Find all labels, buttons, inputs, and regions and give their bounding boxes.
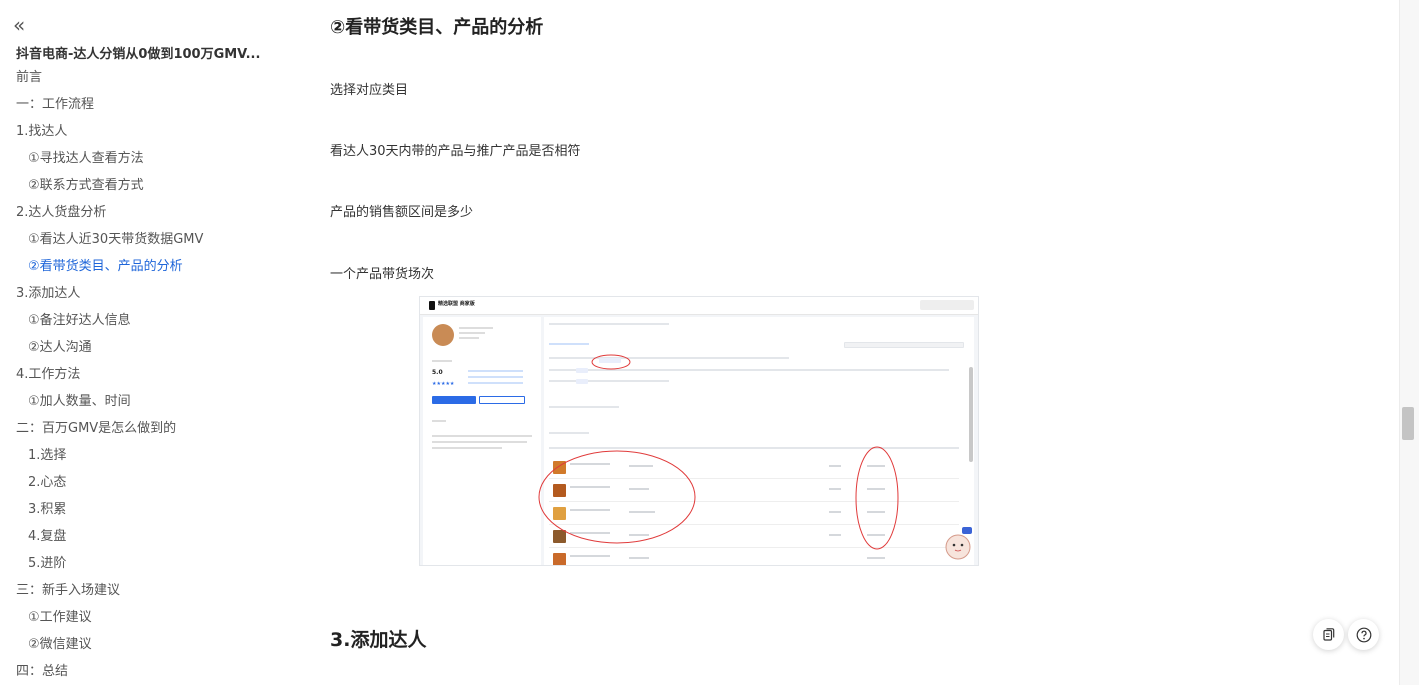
toc-item[interactable]: 4.复盘 [0, 523, 300, 550]
toc-item[interactable]: 2.达人货盘分析 [0, 199, 300, 226]
toc-item[interactable]: ②联系方式查看方式 [0, 172, 300, 199]
toc-item[interactable]: ①加人数量、时间 [0, 388, 300, 415]
toc-item[interactable]: 二：百万GMV是怎么做到的 [0, 415, 300, 442]
toc-list: 前言 一：工作流程 1.找达人 ①寻找达人查看方法 ②联系方式查看方式 2.达人货盘分析 ①… [0, 64, 300, 685]
toc-item[interactable]: ②微信建议 [0, 631, 300, 658]
toc-sidebar: « 抖音电商-达人分销从0做到100万GMV... 前言 一：工作流程 1.找达人 ①… [0, 0, 300, 685]
toc-item[interactable]: 四：总结 [0, 658, 300, 685]
toc-item[interactable]: 3.积累 [0, 496, 300, 523]
toc-item[interactable]: 前言 [0, 64, 300, 91]
embedded-screenshot-image[interactable]: 精选联盟 商家版 5.0 ★★★★★ [419, 296, 979, 566]
toc-item[interactable]: 5.进阶 [0, 550, 300, 577]
paragraph: 产品的销售额区间是多少 [330, 205, 474, 220]
toc-item[interactable]: 1.找达人 [0, 118, 300, 145]
page-scrollbar-thumb[interactable] [1402, 407, 1414, 440]
help-button[interactable] [1348, 619, 1379, 650]
toc-item[interactable]: 三：新手入场建议 [0, 577, 300, 604]
annotation-circles [538, 354, 899, 550]
toc-item[interactable]: 一：工作流程 [0, 91, 300, 118]
toc-item[interactable]: 1.选择 [0, 442, 300, 469]
toc-item[interactable]: ①备注好达人信息 [0, 307, 300, 334]
collapse-sidebar-icon[interactable]: « [13, 14, 25, 36]
copy-button[interactable] [1313, 619, 1344, 650]
toc-item[interactable]: ①看达人近30天带货数据GMV [0, 226, 300, 253]
toc-item[interactable]: 4.工作方法 [0, 361, 300, 388]
toc-item[interactable]: ①工作建议 [0, 604, 300, 631]
document-title[interactable]: 抖音电商-达人分销从0做到100万GMV... [16, 43, 286, 62]
next-section-heading: 3.添加达人 [330, 629, 427, 651]
help-icon [1356, 627, 1371, 642]
toc-item[interactable]: ②达人沟通 [0, 334, 300, 361]
paragraph: 选择对应类目 [330, 83, 409, 98]
cartoon-sticker-icon [945, 527, 972, 560]
toc-item[interactable]: ①寻找达人查看方法 [0, 145, 300, 172]
copy-icon [1322, 627, 1334, 641]
section-heading: ②看带货类目、产品的分析 [330, 17, 544, 38]
paragraph: 看达人30天内带的产品与推广产品是否相符 [330, 144, 581, 159]
toc-item[interactable]: ②看带货类目、产品的分析 [0, 253, 300, 280]
page-scrollbar-track[interactable] [1399, 0, 1419, 685]
toc-item[interactable]: 3.添加达人 [0, 280, 300, 307]
document-page: « 抖音电商-达人分销从0做到100万GMV... 前言 一：工作流程 1.找达人 ①… [0, 0, 1419, 685]
paragraph: 一个产品带货场次 [330, 267, 435, 282]
toc-item[interactable]: 2.心态 [0, 469, 300, 496]
